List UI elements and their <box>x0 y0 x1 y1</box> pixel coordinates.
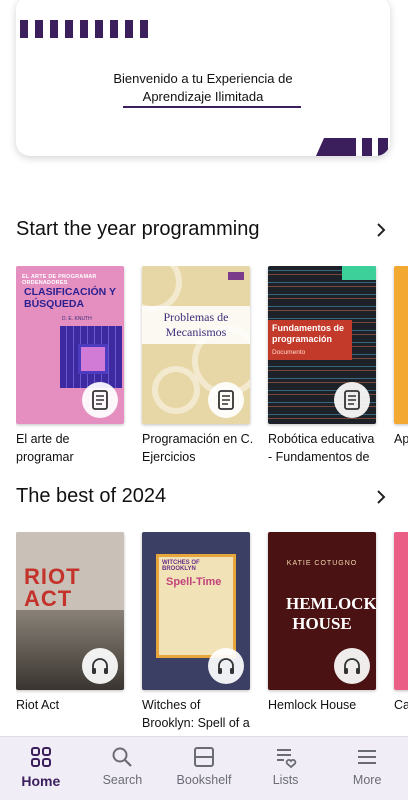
bottom-navigation: Home Search Bookshelf Lists More <box>0 736 408 800</box>
book-card[interactable]: EL ARTE DE PROGRAMAR ORDENADORES CLASIFI… <box>16 266 124 466</box>
home-screen: Bienvenido a tu Experiencia de Aprendiza… <box>0 0 408 800</box>
cover-subtitle: Documento <box>272 349 306 356</box>
book-cover[interactable]: Fundamentos de programación Documento <box>268 266 376 424</box>
section-title-best-2024: The best of 2024 <box>16 485 167 507</box>
book-card[interactable]: Fundamentos de programación Documento Ro… <box>268 266 376 466</box>
lists-icon <box>276 749 296 769</box>
headphones-icon <box>208 648 244 684</box>
nav-label: Search <box>102 773 143 787</box>
banner-stripes-decoration <box>20 20 148 38</box>
cover-author: KATIE COTUGNO <box>286 560 358 567</box>
cover-author: D. E. KNUTH <box>62 316 92 322</box>
book-cover[interactable]: EL ARTE DE PROGRAMAR ORDENADORES CLASIFI… <box>16 266 124 424</box>
headphones-icon <box>334 648 370 684</box>
menu-icon <box>358 750 377 764</box>
book-cover[interactable]: RIOT ACT <box>16 532 124 690</box>
nav-label: Bookshelf <box>176 773 232 787</box>
banner-line-2: Aprendizaje Ilimitada <box>142 89 264 104</box>
cover-series: EL ARTE DE PROGRAMAR ORDENADORES <box>22 274 97 286</box>
book-card[interactable]: Problemas de Mecanismos Programación en … <box>142 266 253 466</box>
publisher-logo <box>228 272 244 280</box>
home-grid-icon <box>30 747 51 767</box>
book-card[interactable]: WITCHES OF BROOKLYN Spell-Time Witches o… <box>142 532 250 732</box>
book-card[interactable]: Ap <box>394 266 408 466</box>
book-cover[interactable]: Problemas de Mecanismos <box>142 266 250 424</box>
nav-label: Lists <box>272 773 299 787</box>
headphones-icon <box>82 648 118 684</box>
chevron-right-icon[interactable] <box>374 490 388 504</box>
nav-bookshelf[interactable]: Bookshelf <box>163 737 245 800</box>
nav-label: Home <box>21 773 61 789</box>
book-title[interactable]: Robótica educativa - Fundamentos de <box>268 430 380 466</box>
banner-line-1: Bienvenido a tu Experiencia de <box>113 71 293 86</box>
nav-search[interactable]: Search <box>82 737 164 800</box>
book-title[interactable]: Ca <box>394 696 408 732</box>
book-card[interactable]: KATIE COTUGNO HEMLOCK HOUSE Hemlock Hous… <box>268 532 376 732</box>
section-title-programming: Start the year programming <box>16 218 260 240</box>
welcome-banner[interactable]: Bienvenido a tu Experiencia de Aprendiza… <box>16 0 390 156</box>
document-icon <box>82 382 118 418</box>
nav-label: More <box>352 773 382 787</box>
book-title[interactable]: Ap <box>394 430 408 466</box>
cover-title: Problemas de Mecanismos <box>163 310 229 339</box>
book-title[interactable]: Programación en C. Ejercicios <box>142 430 254 466</box>
cover-title: Fundamentos de programación <box>272 323 345 344</box>
book-row-best-2024: RIOT ACT Riot Act WITCHES OF BROOKLYN Sp… <box>16 532 408 732</box>
book-cover[interactable]: WITCHES OF BROOKLYN Spell-Time <box>142 532 250 690</box>
book-title[interactable]: Riot Act <box>16 696 128 732</box>
nav-lists[interactable]: Lists <box>245 737 327 800</box>
book-title[interactable]: El arte de programar <box>16 430 128 466</box>
banner-text: Bienvenido a tu Experiencia de Aprendiza… <box>16 70 390 106</box>
search-icon <box>112 747 133 767</box>
book-cover[interactable] <box>394 532 408 690</box>
banner-underline <box>123 106 301 108</box>
bookshelf-icon <box>193 747 214 767</box>
book-card[interactable]: RIOT ACT Riot Act <box>16 532 124 732</box>
cover-title: WITCHES OF BROOKLYN <box>162 560 200 572</box>
nav-home[interactable]: Home <box>0 737 82 800</box>
document-icon <box>334 382 370 418</box>
cover-title: RIOT ACT <box>24 564 81 611</box>
document-icon <box>208 382 244 418</box>
chevron-right-icon[interactable] <box>374 223 388 237</box>
book-cover[interactable] <box>394 266 408 424</box>
cover-art <box>60 326 122 388</box>
book-card[interactable]: Ca <box>394 532 408 732</box>
banner-corner-decoration <box>316 138 388 156</box>
book-title[interactable]: Witches of Brooklyn: Spell of a <box>142 696 254 732</box>
cover-title: CLASIFICACIÓN Y BÚSQUEDA <box>24 286 116 310</box>
nav-more[interactable]: More <box>326 737 408 800</box>
cover-title: HEMLOCK HOUSE <box>286 594 376 633</box>
book-row-programming: EL ARTE DE PROGRAMAR ORDENADORES CLASIFI… <box>16 266 408 466</box>
cover-subtitle: Spell-Time <box>166 576 222 588</box>
cover-tag <box>342 266 376 280</box>
book-title[interactable]: Hemlock House <box>268 696 380 732</box>
book-cover[interactable]: KATIE COTUGNO HEMLOCK HOUSE <box>268 532 376 690</box>
